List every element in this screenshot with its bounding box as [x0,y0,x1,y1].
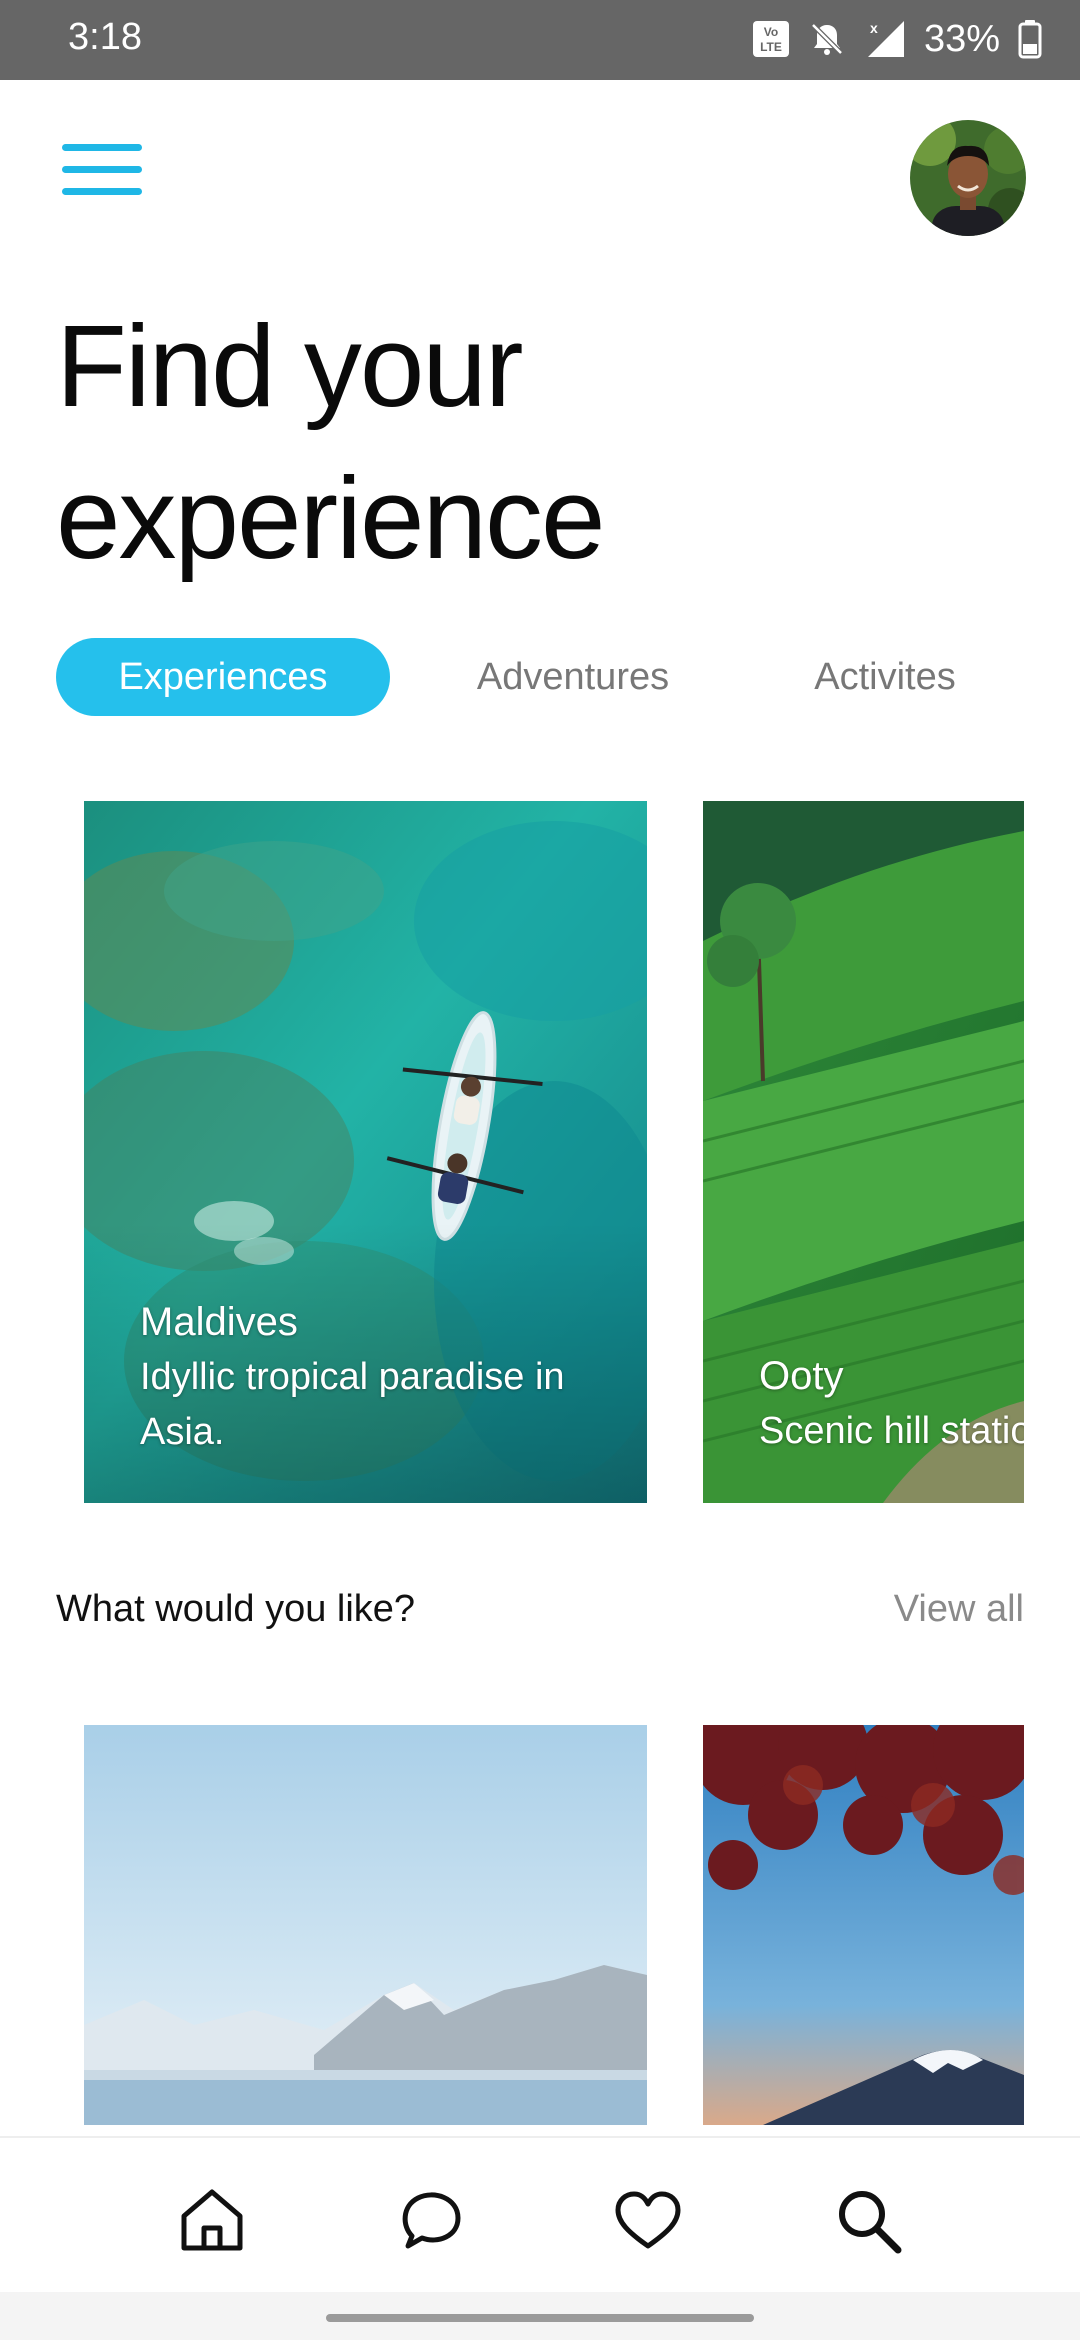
heart-icon[interactable] [608,2180,688,2260]
featured-card-maldives[interactable]: Maldives Idyllic tropical paradise in As… [84,801,647,1503]
search-icon[interactable] [828,2180,908,2260]
experience-card-fuji[interactable] [703,1725,1024,2125]
svg-text:Vo: Vo [764,25,778,39]
battery-icon [1018,19,1042,59]
status-bar: 3:18 Vo LTE x 33% [0,0,1080,80]
status-time: 3:18 [68,16,142,58]
featured-card-ooty[interactable]: Ooty Scenic hill station [703,801,1024,1503]
page-title: Find your experience [56,290,956,594]
fuji-image [703,1725,1024,2125]
tab-experiences[interactable]: Experiences [56,638,390,716]
page-title-line-2: experience [56,453,605,583]
card-title: Maldives [140,1300,298,1344]
status-icons: Vo LTE x 33% [752,14,1042,64]
mountains-image [84,1725,647,2125]
view-all-link[interactable]: View all [894,1588,1024,1631]
volte-icon: Vo LTE [752,20,790,58]
hamburger-icon[interactable] [62,140,146,200]
home-icon[interactable] [172,2180,252,2260]
experience-card-mountains[interactable] [84,1725,647,2125]
profile-avatar[interactable] [910,120,1026,236]
card-title: Ooty [759,1354,844,1398]
section-title: What would you like? [56,1588,416,1630]
card-subtitle-line-1: Idyllic tropical paradise in [140,1356,565,1398]
tab-activities[interactable]: Activites [790,638,980,716]
card-subtitle-line-2: Asia. [140,1411,225,1453]
signal-icon: x [864,19,906,59]
page-title-line-1: Find your [56,301,524,431]
gesture-handle[interactable] [326,2314,754,2322]
svg-text:LTE: LTE [760,40,782,54]
card-subtitle-line-1: Scenic hill station [759,1410,1024,1452]
svg-text:x: x [870,20,878,36]
bottom-nav [0,2136,1080,2294]
bell-muted-icon [808,20,846,58]
battery-percent: 33% [923,17,1000,60]
tab-adventures[interactable]: Adventures [445,638,701,716]
chat-icon[interactable] [392,2180,472,2260]
